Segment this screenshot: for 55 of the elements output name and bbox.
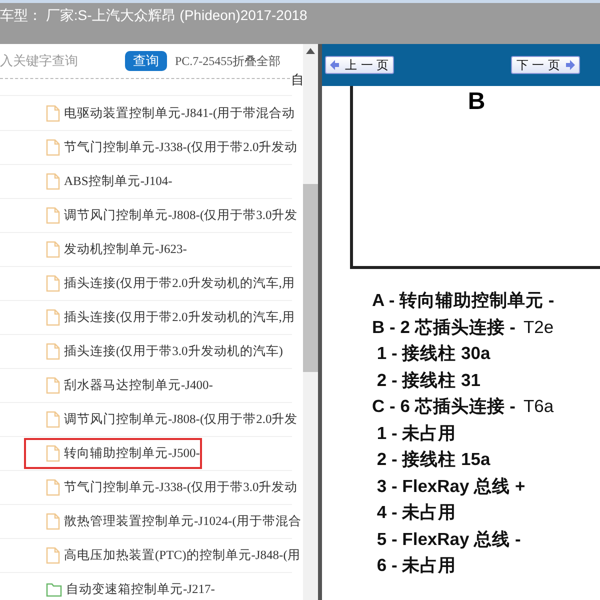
document-icon — [46, 173, 60, 190]
diagram-label: B — [468, 87, 486, 117]
query-button[interactable]: 查询 — [125, 51, 167, 71]
tree-item[interactable]: 发动机控制单元-J623- — [24, 234, 189, 265]
tree-item[interactable]: 高电压加热装置(PTC)的控制单元-J848-(用 — [24, 540, 302, 571]
tree-item[interactable]: 转向辅助控制单元-J500- — [24, 438, 202, 469]
tree-item[interactable]: 插头连接(仅用于带2.0升发动机的汽车,用 — [24, 302, 297, 333]
document-icon — [46, 377, 60, 394]
next-page-button[interactable]: 下 一 页 — [511, 56, 580, 74]
document-icon — [46, 411, 60, 428]
scrollbar-thumb[interactable] — [303, 184, 318, 372]
folder-icon — [46, 582, 62, 597]
tree-item[interactable]: 调节风门控制单元-J808-(仅用于带2.0升发 — [24, 404, 300, 435]
legend-text: 3 - FlexRay 总线 + — [376, 474, 526, 498]
info-text: PC.7-25455折叠全部 — [175, 52, 281, 70]
scroll-up-icon[interactable] — [306, 48, 315, 54]
document-icon — [46, 479, 60, 496]
legend-text: 4 - 未占用 — [376, 501, 456, 524]
document-icon — [46, 207, 60, 224]
tree-item[interactable]: 刮水器马达控制单元-J400- — [24, 370, 215, 401]
tree-item[interactable]: 电驱动装置控制单元-J841-(用于带混合动 — [24, 98, 298, 129]
document-icon — [46, 275, 60, 292]
tree-item[interactable]: ABS控制单元-J104- — [24, 166, 174, 197]
document-icon — [46, 343, 60, 360]
connector-code: T6a — [523, 395, 554, 418]
document-icon — [46, 309, 60, 326]
legend-text: C - 6 芯插头连接 - — [372, 395, 516, 418]
search-field[interactable]: 入关键字查询 — [0, 54, 118, 68]
document-icon — [46, 445, 60, 462]
tree-item[interactable]: 插头连接(仅用于带3.0升发动机的汽车) — [24, 336, 285, 367]
document-icon — [46, 547, 60, 564]
tree-item[interactable]: 自动变速箱控制单元-J217- — [24, 574, 217, 600]
window-title: 车型： 厂家:S-上汽大众辉昂 (Phideon)2017-2018 — [0, 6, 308, 25]
tree-item[interactable]: 散热管理装置控制单元-J1024-(用于带混合 — [24, 506, 304, 537]
document-icon — [46, 139, 60, 156]
tree-item[interactable]: 节气门控制单元-J338-(仅用于带3.0升发动 — [24, 472, 300, 503]
tree-item[interactable]: 插头连接(仅用于带2.0升发动机的汽车,用 — [24, 268, 297, 299]
right-arrow-icon — [566, 60, 575, 70]
legend-text: 5 - FlexRay 总线 - — [376, 528, 521, 551]
legend-text: 2 - 接线柱 15a — [376, 448, 490, 471]
document-icon — [46, 105, 60, 122]
legend-text: 1 - 接线柱 30a — [376, 342, 490, 365]
tree-item[interactable]: 调节风门控制单元-J808-(仅用于带3.0升发 — [24, 200, 300, 231]
legend-text: 1 - 未占用 — [376, 422, 456, 444]
tree-item[interactable]: 节气门控制单元-J338-(仅用于带2.0升发动 — [24, 132, 300, 163]
connector-code: T2e — [523, 316, 554, 338]
clipped-text: 自 — [291, 72, 304, 89]
document-icon — [46, 241, 60, 258]
legend-text: B - 2 芯插头连接 - — [372, 316, 516, 338]
legend-text: 6 - 未占用 — [376, 554, 456, 577]
legend-text: 2 - 接线柱 31 — [376, 368, 480, 392]
left-arrow-icon — [330, 60, 339, 70]
document-icon — [46, 513, 60, 530]
previous-page-button[interactable]: 上 一 页 — [325, 56, 394, 74]
legend-text: A - 转向辅助控制单元 - — [372, 289, 554, 312]
